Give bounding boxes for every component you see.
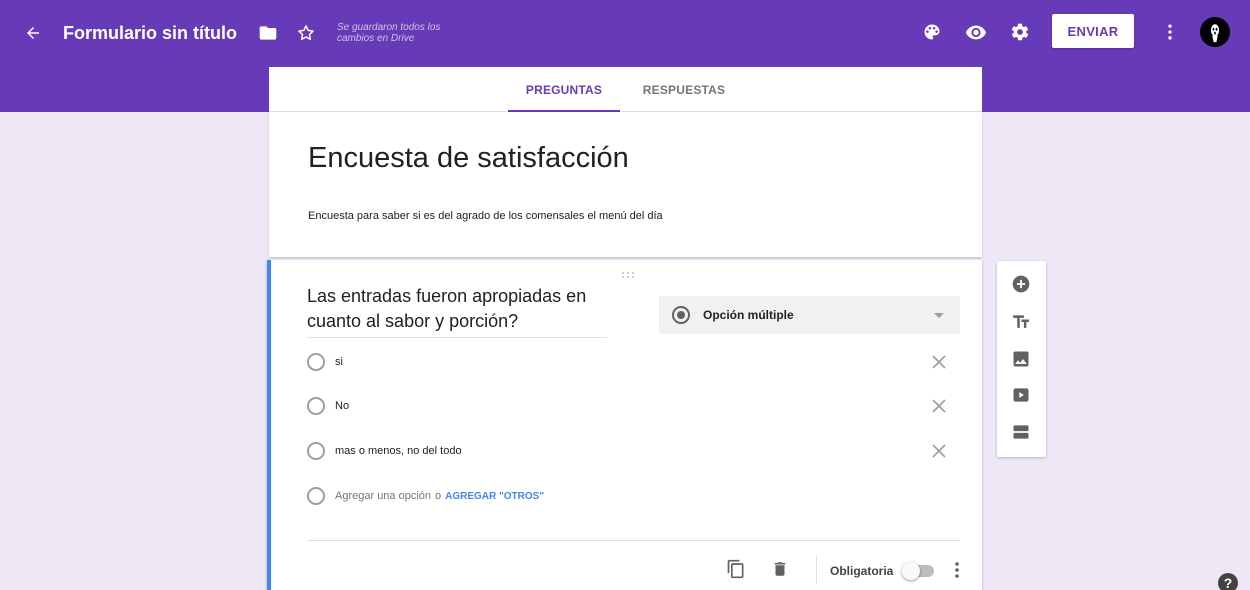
top-bar-left: Formulario sin título Se guardaron todos… xyxy=(22,18,477,48)
option-row: mas o menos, no del todo xyxy=(307,440,947,462)
more-options-icon[interactable] xyxy=(950,560,964,580)
option-label-input[interactable]: si xyxy=(335,356,343,368)
question-type-label: Opción múltiple xyxy=(703,308,794,322)
tab-bar: PREGUNTAS RESPUESTAS xyxy=(269,67,982,113)
form-header-card: Encuesta de satisfacción Encuesta para s… xyxy=(269,112,982,257)
title-icon[interactable] xyxy=(1009,310,1033,334)
back-arrow-icon[interactable] xyxy=(22,22,44,44)
duplicate-icon[interactable] xyxy=(725,558,747,580)
remove-option-icon[interactable] xyxy=(931,354,947,370)
radio-unchecked-icon xyxy=(307,487,325,505)
required-toggle[interactable] xyxy=(902,562,936,580)
question-type-dropdown[interactable]: Opción múltiple xyxy=(659,296,960,334)
preview-eye-icon[interactable] xyxy=(964,20,988,44)
tab-questions[interactable]: PREGUNTAS xyxy=(508,67,620,113)
question-card[interactable]: Las entradas fueron apropiadas en cuanto… xyxy=(267,260,982,590)
add-question-icon[interactable] xyxy=(1009,272,1033,296)
section-icon[interactable] xyxy=(1009,420,1033,444)
star-icon[interactable] xyxy=(295,22,317,44)
drag-handle-icon[interactable] xyxy=(621,266,635,278)
option-row: No xyxy=(307,395,947,417)
palette-icon[interactable] xyxy=(920,20,944,44)
help-icon[interactable]: ? xyxy=(1218,573,1238,590)
dropdown-arrow-icon xyxy=(934,313,944,318)
option-row: si xyxy=(307,351,947,373)
footer-separator xyxy=(816,556,817,584)
video-icon[interactable] xyxy=(1009,383,1033,407)
image-icon[interactable] xyxy=(1009,347,1033,371)
save-status-text: Se guardaron todos los cambios en Drive xyxy=(337,22,441,44)
add-other-link[interactable]: AGREGAR "OTROS" xyxy=(445,491,544,502)
radio-checked-icon xyxy=(672,306,690,324)
send-button[interactable]: ENVIAR xyxy=(1052,14,1134,48)
tab-responses[interactable]: RESPUESTAS xyxy=(631,67,737,112)
required-label: Obligatoria xyxy=(830,564,894,578)
side-toolbar xyxy=(997,261,1046,457)
form-description[interactable]: Encuesta para saber si es del agrado de … xyxy=(308,210,663,222)
more-vert-icon[interactable] xyxy=(1158,20,1182,44)
radio-unchecked-icon xyxy=(307,397,325,415)
or-label: o xyxy=(435,490,442,502)
option-label-input[interactable]: No xyxy=(335,400,349,412)
radio-unchecked-icon xyxy=(307,353,325,371)
avatar[interactable] xyxy=(1200,17,1230,47)
radio-unchecked-icon xyxy=(307,442,325,460)
form-title[interactable]: Formulario sin título xyxy=(63,23,237,44)
divider xyxy=(307,540,960,541)
add-option-row: Agregar una opción o AGREGAR "OTROS" xyxy=(307,485,947,507)
settings-gear-icon[interactable] xyxy=(1008,20,1032,44)
remove-option-icon[interactable] xyxy=(931,443,947,459)
delete-trash-icon[interactable] xyxy=(769,558,791,580)
question-title-input[interactable]: Las entradas fueron apropiadas en cuanto… xyxy=(307,284,607,338)
form-heading[interactable]: Encuesta de satisfacción xyxy=(308,142,629,175)
folder-icon[interactable] xyxy=(257,22,279,44)
remove-option-icon[interactable] xyxy=(931,398,947,414)
option-label-input[interactable]: mas o menos, no del todo xyxy=(335,445,462,457)
toggle-thumb xyxy=(902,562,920,580)
add-option-input[interactable]: Agregar una opción xyxy=(335,490,431,502)
